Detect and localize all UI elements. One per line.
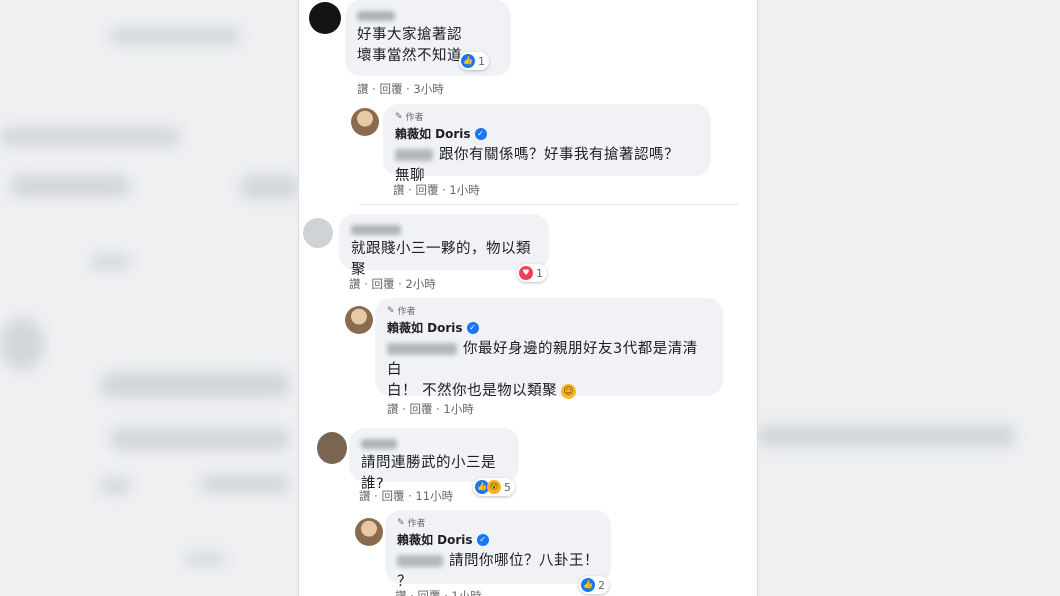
blurred-text <box>200 475 290 493</box>
comment-text-line: 好事大家搶著認 <box>357 27 462 43</box>
author-badge: ✎ 作者 <box>395 110 699 124</box>
author-tag-label: 作者 <box>405 113 424 123</box>
blurred-text <box>110 28 240 44</box>
avatar[interactable] <box>309 2 341 34</box>
like-icon: 👍 <box>581 578 595 592</box>
blurred-text <box>185 553 225 565</box>
blurred-background-right <box>756 0 1060 596</box>
divider <box>359 204 739 205</box>
author-tag-label: 作者 <box>397 307 416 317</box>
grinning-emoji-icon: ☺ <box>561 383 577 399</box>
tagged-name-blurred <box>387 343 457 355</box>
blurred-text <box>0 128 180 146</box>
comment-actions[interactable]: 讚 · 回覆 · 1小時 <box>387 401 474 417</box>
blurred-text <box>756 425 1016 447</box>
blurred-text <box>100 478 130 494</box>
comment-text: 就跟賤小三一夥的，物以類聚 <box>351 241 531 278</box>
blurred-text <box>90 255 130 269</box>
commenter-name-blurred <box>357 11 395 21</box>
comment-actions[interactable]: 讚 · 回覆 · 1小時 <box>393 182 480 198</box>
verified-badge-icon: ✓ <box>466 321 479 334</box>
author-name[interactable]: 賴薇如 Doris <box>395 125 471 142</box>
reaction-count: 1 <box>536 266 543 280</box>
reaction-count: 5 <box>504 480 511 494</box>
author-name[interactable]: 賴薇如 Doris <box>387 319 463 336</box>
comment-bubble: 就跟賤小三一夥的，物以類聚 <box>339 214 549 278</box>
wow-icon: 😮 <box>487 480 501 494</box>
author-name-row[interactable]: 賴薇如 Doris ✓ <box>395 125 699 142</box>
author-tag-label: 作者 <box>407 519 426 529</box>
comment-bubble: ✎ 作者 賴薇如 Doris ✓ 你最好身邊的親朋好友3代都是清清白 白！ 不然… <box>375 298 723 399</box>
blurred-text <box>110 428 290 450</box>
tagged-name-blurred <box>397 555 443 567</box>
author-name-row[interactable]: 賴薇如 Doris ✓ <box>387 319 711 336</box>
pencil-icon: ✎ <box>395 111 403 122</box>
author-badge: ✎ 作者 <box>397 516 599 530</box>
like-icon: 👍 <box>461 54 475 68</box>
avatar[interactable] <box>345 306 373 334</box>
tagged-name-blurred <box>395 149 433 161</box>
comment-bubble: ✎ 作者 賴薇如 Doris ✓ 跟你有關係嗎？好事我有搶著認嗎？ 無聊 <box>383 104 711 184</box>
comment-text-line: 你最好身邊的親朋好友3代都是清清白 <box>387 339 711 381</box>
comment-actions[interactable]: 讚 · 回覆 · 11小時 <box>359 488 453 504</box>
blurred-text <box>240 175 298 199</box>
heart-icon: ♥ <box>519 266 533 280</box>
comment-text: 白！ 不然你也是物以類聚 <box>387 383 558 399</box>
comment-text-line: 跟你有關係嗎？好事我有搶著認嗎？ 無聊 <box>395 145 699 187</box>
commenter-name-blurred <box>351 225 401 235</box>
verified-badge-icon: ✓ <box>476 533 489 546</box>
comment-actions[interactable]: 讚 · 回覆 · 3小時 <box>357 81 444 97</box>
blurred-background-left <box>0 0 298 596</box>
author-badge: ✎ 作者 <box>387 304 711 318</box>
blurred-text <box>10 175 130 197</box>
blurred-text <box>100 372 290 398</box>
pencil-icon: ✎ <box>387 305 395 316</box>
avatar[interactable] <box>317 432 347 464</box>
reaction-summary[interactable]: 👍 😮 5 <box>473 478 515 496</box>
comment-bubble: ✎ 作者 賴薇如 Doris ✓ 請問你哪位？八卦王！ ？ <box>385 510 611 590</box>
reaction-summary[interactable]: 👍 2 <box>579 576 609 594</box>
blurred-avatar <box>0 318 44 370</box>
comment-text-line: 請問你哪位？八卦王！ ？ <box>397 551 599 593</box>
author-name[interactable]: 賴薇如 Doris <box>397 531 473 548</box>
pencil-icon: ✎ <box>397 517 405 528</box>
avatar[interactable] <box>355 518 383 546</box>
avatar[interactable] <box>351 108 379 136</box>
comment-actions[interactable]: 讚 · 回覆 · 1小時 <box>395 588 482 596</box>
verified-badge-icon: ✓ <box>474 127 487 140</box>
reaction-count: 1 <box>478 54 485 68</box>
comment-actions[interactable]: 讚 · 回覆 · 2小時 <box>349 276 436 292</box>
author-name-row[interactable]: 賴薇如 Doris ✓ <box>397 531 599 548</box>
avatar[interactable] <box>303 218 333 248</box>
comment-text: 跟你有關係嗎？好事我有搶著認嗎？ 無聊 <box>395 147 679 184</box>
reaction-count: 2 <box>598 578 605 592</box>
reaction-summary[interactable]: ♥ 1 <box>517 264 547 282</box>
commenter-name-blurred <box>361 439 397 449</box>
comment-feed: 好事大家搶著認 壞事當然不知道 👍 1 讚 · 回覆 · 3小時 ✎ 作者 賴薇… <box>298 0 758 596</box>
comment-text-line: 白！ 不然你也是物以類聚 ☺ <box>387 381 711 402</box>
comment-bubble: 請問連勝武的小三是誰? <box>349 428 519 492</box>
reaction-summary[interactable]: 👍 1 <box>459 52 489 70</box>
